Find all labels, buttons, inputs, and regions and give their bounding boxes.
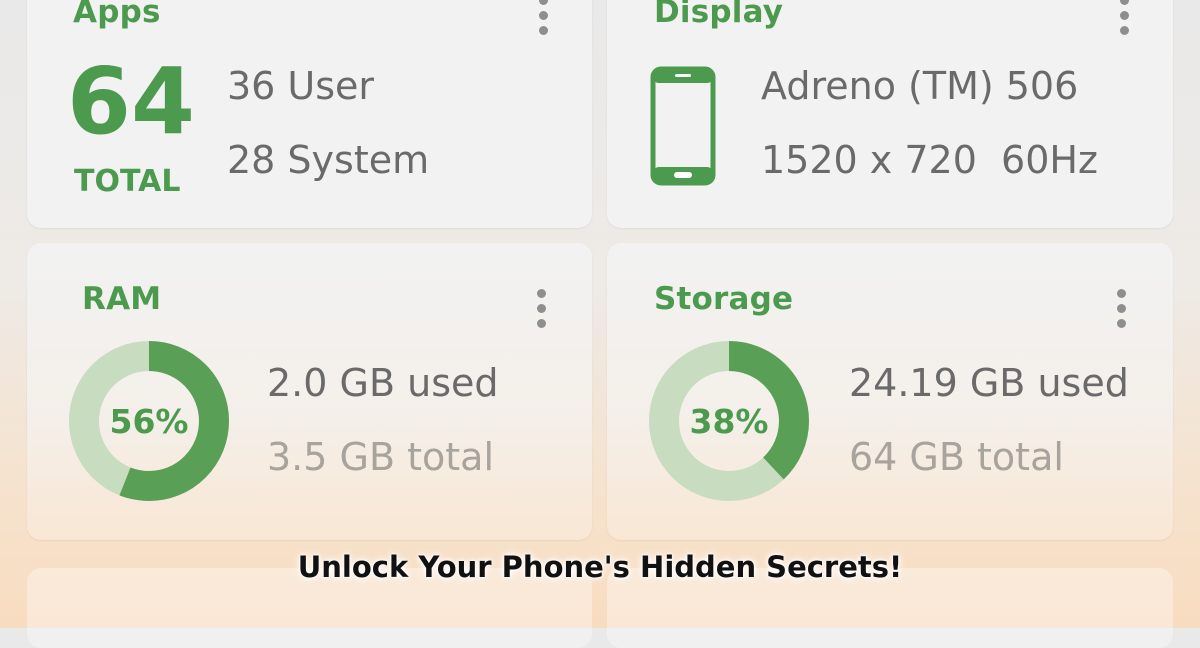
apps-title: Apps (73, 0, 161, 30)
ram-usage-donut: 56% (67, 339, 231, 503)
ram-card[interactable]: RAM 56% 2.0 GB used 3.5 GB total (27, 243, 592, 540)
apps-user-count: 36 User (227, 64, 375, 108)
storage-total: 64 GB total (849, 435, 1064, 479)
apps-total-label: TOTAL (74, 164, 181, 199)
ram-used: 2.0 GB used (267, 361, 499, 405)
display-more-vert-icon[interactable] (1118, 0, 1130, 38)
storage-card[interactable]: Storage 38% 24.19 GB used 64 GB total (607, 243, 1173, 540)
headline-caption: Unlock Your Phone's Hidden Secrets! (297, 550, 903, 584)
apps-total-value: 64 (67, 48, 196, 155)
ram-total: 3.5 GB total (267, 435, 494, 479)
storage-usage-donut: 38% (647, 339, 811, 503)
storage-percent-label: 38% (689, 401, 769, 441)
storage-title: Storage (654, 281, 794, 317)
apps-system-count: 28 System (227, 138, 430, 182)
display-card[interactable]: Display Adreno (TM) 506 1520 x 720 60Hz (607, 0, 1173, 228)
display-title: Display (654, 0, 784, 30)
apps-more-vert-icon[interactable] (537, 0, 549, 38)
display-gpu: Adreno (TM) 506 (761, 64, 1079, 108)
storage-used: 24.19 GB used (849, 361, 1129, 405)
apps-card[interactable]: Apps 64 TOTAL 36 User 28 System (27, 0, 592, 228)
ram-title: RAM (82, 281, 162, 317)
ram-percent-label: 56% (109, 401, 189, 441)
ram-more-vert-icon[interactable] (535, 287, 547, 331)
storage-more-vert-icon[interactable] (1115, 287, 1127, 331)
smartphone-icon (650, 66, 716, 186)
display-resolution: 1520 x 720 60Hz (761, 138, 1098, 182)
